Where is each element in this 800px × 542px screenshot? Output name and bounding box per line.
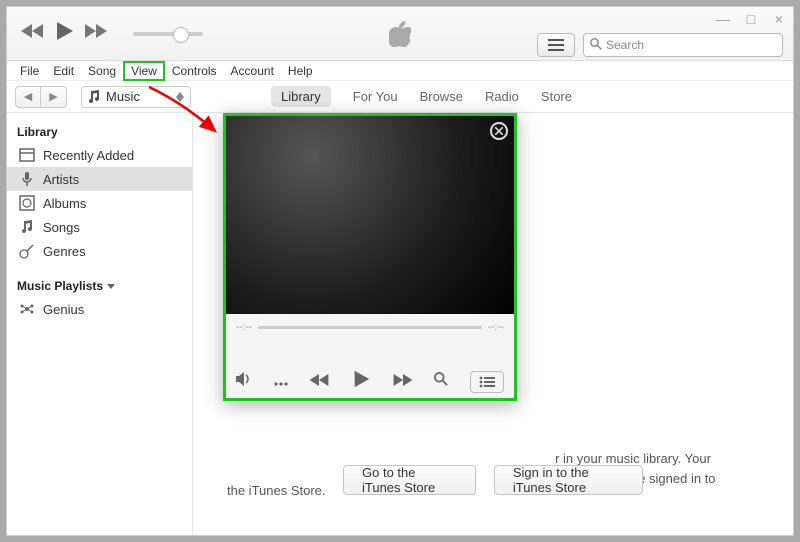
sidebar-item-songs[interactable]: Songs (7, 215, 192, 239)
miniplayer-trackbar[interactable]: --:-- --:-- (236, 322, 504, 333)
sidebar-header-playlists[interactable]: Music Playlists (7, 275, 192, 297)
signin-store-button[interactable]: Sign in to the iTunes Store (494, 465, 643, 495)
menu-edit[interactable]: Edit (46, 62, 81, 80)
sidebar-item-label: Recently Added (43, 148, 134, 163)
sidebar-item-genres[interactable]: Genres (7, 239, 192, 263)
navigation-bar: ◀ ▶ Music Library For You Browse Radio S… (7, 81, 793, 113)
search-icon (590, 38, 602, 53)
chevron-updown-icon (176, 92, 184, 102)
mp-search-icon[interactable] (434, 372, 448, 391)
minimize-button[interactable]: — (715, 11, 731, 27)
genius-icon (19, 301, 35, 317)
mp-next-button[interactable] (393, 373, 413, 391)
media-selector[interactable]: Music (81, 86, 191, 108)
maximize-button[interactable]: □ (743, 11, 759, 27)
search-placeholder: Search (606, 38, 644, 52)
sidebar-item-label: Albums (43, 196, 86, 211)
nav-forward-button[interactable]: ▶ (41, 86, 67, 108)
sidebar-item-artists[interactable]: Artists (7, 167, 192, 191)
mp-previous-button[interactable] (309, 373, 329, 391)
more-icon[interactable] (274, 373, 288, 391)
microphone-icon (19, 171, 35, 187)
tab-store[interactable]: Store (541, 89, 572, 104)
previous-track-button[interactable] (21, 24, 43, 43)
sidebar-item-label: Genius (43, 302, 84, 317)
miniplayer-controls: --:-- --:-- (226, 314, 514, 398)
app-window: Search — □ × File Edit Song View Control… (6, 6, 794, 536)
time-elapsed: --:-- (236, 322, 252, 333)
menu-bar: File Edit Song View Controls Account Hel… (7, 61, 793, 81)
list-view-button[interactable] (537, 33, 575, 57)
search-input[interactable]: Search (583, 33, 783, 57)
sidebar-header-library: Library (7, 121, 192, 143)
tab-library[interactable]: Library (271, 86, 331, 107)
miniplayer-window[interactable]: --:-- --:-- (223, 113, 517, 401)
volume-icon[interactable] (236, 372, 252, 391)
mp-up-next-button[interactable] (470, 371, 504, 393)
time-remaining: --:-- (488, 322, 504, 333)
menu-song[interactable]: Song (81, 62, 123, 80)
apple-logo-icon (389, 21, 411, 52)
menu-view[interactable]: View (123, 61, 165, 81)
chevron-down-icon (107, 284, 115, 289)
tab-radio[interactable]: Radio (485, 89, 519, 104)
close-window-button[interactable]: × (771, 11, 787, 27)
music-note-icon (88, 90, 100, 104)
miniplayer-close-button[interactable] (490, 122, 508, 140)
tab-foryou[interactable]: For You (353, 89, 398, 104)
volume-slider[interactable] (133, 32, 203, 36)
menu-controls[interactable]: Controls (165, 62, 224, 80)
goto-store-button[interactable]: Go to the iTunes Store (343, 465, 476, 495)
play-button[interactable] (53, 20, 75, 47)
tab-browse[interactable]: Browse (420, 89, 463, 104)
album-icon (19, 195, 35, 211)
miniplayer-artwork (226, 116, 514, 314)
sidebar-item-genius[interactable]: Genius (7, 297, 192, 321)
menu-help[interactable]: Help (281, 62, 320, 80)
sidebar: Library Recently Added Artists Albums So… (7, 113, 193, 535)
sidebar-item-label: Genres (43, 244, 86, 259)
title-bar: Search — □ × (7, 7, 793, 61)
mp-play-button[interactable] (351, 369, 371, 394)
sidebar-item-label: Artists (43, 172, 79, 187)
empty-library-text-2: the iTunes Store. (227, 483, 326, 498)
sidebar-item-albums[interactable]: Albums (7, 191, 192, 215)
nav-back-button[interactable]: ◀ (15, 86, 41, 108)
sidebar-item-recently-added[interactable]: Recently Added (7, 143, 192, 167)
calendar-icon (19, 147, 35, 163)
music-note-icon (19, 219, 35, 235)
sidebar-item-label: Songs (43, 220, 80, 235)
guitar-icon (19, 243, 35, 259)
media-selector-label: Music (106, 89, 140, 104)
window-controls: — □ × (715, 11, 787, 27)
tab-strip: Library For You Browse Radio Store (271, 86, 572, 107)
menu-account[interactable]: Account (224, 62, 281, 80)
next-track-button[interactable] (85, 24, 107, 43)
menu-file[interactable]: File (13, 62, 46, 80)
